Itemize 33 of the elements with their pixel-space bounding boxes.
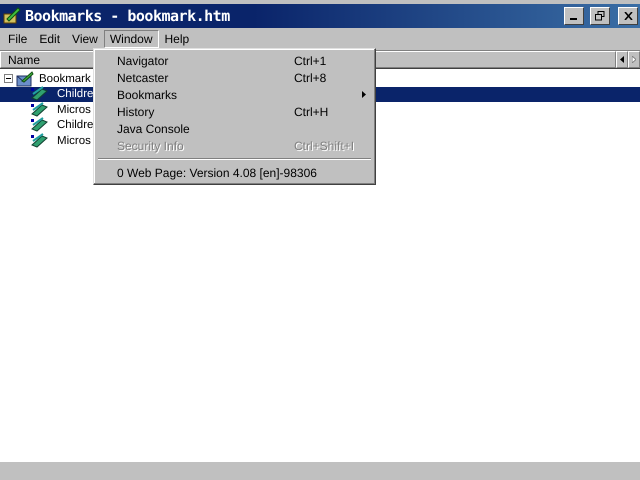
tree-item-label[interactable]: Micros	[57, 104, 91, 116]
left-arrow-icon	[620, 56, 624, 63]
menu-entry[interactable]: Java Console	[97, 120, 372, 137]
bookmark-icon	[30, 86, 48, 102]
scroll-left-button[interactable]	[616, 51, 628, 68]
menu-item[interactable]: Help	[158, 30, 196, 48]
scroll-right-button[interactable]	[628, 51, 640, 68]
bookmark-icon	[30, 132, 48, 149]
right-arrow-icon	[632, 56, 636, 63]
tree-item-label[interactable]: Childre	[57, 88, 94, 100]
bookmark-icon	[30, 102, 48, 118]
minimize-button[interactable]	[564, 7, 584, 25]
app-icon	[3, 7, 21, 25]
close-icon	[624, 12, 632, 20]
menu-item[interactable]: Edit	[33, 30, 66, 48]
menu-entry[interactable]: Bookmarks	[97, 86, 372, 103]
menu-entry[interactable]: Netcaster Ctrl+8	[97, 69, 372, 86]
collapse-icon[interactable]	[4, 74, 13, 84]
tree-item-label[interactable]: Bookmark	[39, 72, 91, 85]
restore-button[interactable]	[590, 7, 610, 25]
tree-item-label[interactable]: Childre	[57, 119, 94, 132]
menu-entry[interactable]: 0 Web Page: Version 4.08 [en]-98306	[97, 164, 372, 181]
tree-item-label[interactable]: Micros	[57, 134, 91, 147]
window-title: Bookmarks - bookmark.htm	[25, 7, 231, 25]
bookmark-icon	[30, 117, 48, 134]
menu-item[interactable]: Window	[104, 30, 159, 48]
restore-icon	[595, 11, 605, 21]
menu-entry[interactable]: History Ctrl+H	[97, 103, 372, 120]
close-button[interactable]	[618, 7, 638, 25]
bookmark-folder-icon	[16, 70, 34, 87]
menu-item[interactable]: View	[66, 30, 104, 48]
menu-entry[interactable]: Navigator Ctrl+1	[97, 52, 372, 69]
menu-item[interactable]: File	[2, 30, 34, 48]
